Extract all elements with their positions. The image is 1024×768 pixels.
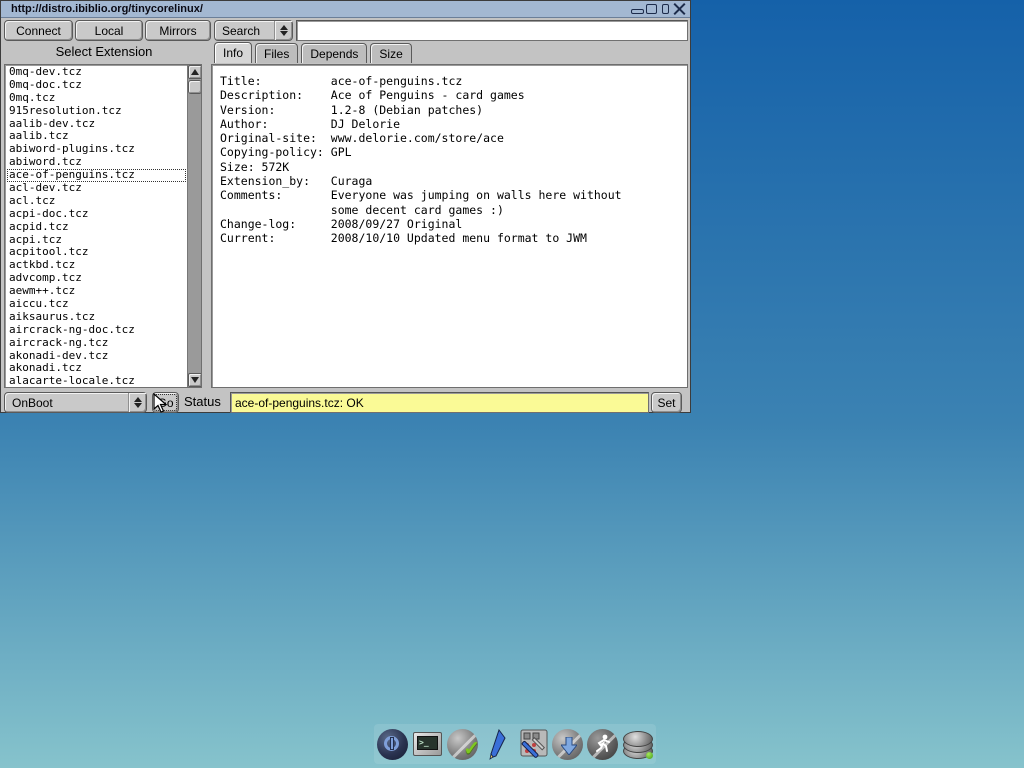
apps-check-icon[interactable]: ✓: [446, 728, 479, 761]
extension-list-items: 0mq-dev.tcz0mq-doc.tcz0mq.tcz915resoluti…: [7, 66, 186, 386]
control-panel-icon[interactable]: [516, 728, 549, 761]
info-line: Original-site: www.delorie.com/store/ace: [220, 131, 687, 145]
scroll-up-icon[interactable]: [188, 65, 202, 79]
search-mode-value: Search: [222, 24, 260, 38]
power-icon[interactable]: [376, 728, 409, 761]
mouse-cursor: [153, 393, 169, 415]
list-item[interactable]: acpi-doc.tcz: [7, 208, 186, 221]
status-field[interactable]: ace-of-penguins.tcz: OK: [230, 392, 649, 413]
info-line: some decent card games :): [220, 203, 687, 217]
list-item[interactable]: aiccu.tcz: [7, 298, 186, 311]
info-line: Title: ace-of-penguins.tcz: [220, 74, 687, 88]
set-button[interactable]: Set: [651, 392, 682, 413]
tab-depends[interactable]: Depends: [301, 43, 367, 63]
scrollbar-thumb[interactable]: [188, 80, 202, 94]
tab-info[interactable]: Info: [214, 42, 252, 63]
run-icon[interactable]: [586, 728, 619, 761]
tab-files[interactable]: Files: [255, 43, 298, 63]
close-icon[interactable]: [673, 3, 686, 15]
list-item[interactable]: acpid.tcz: [7, 221, 186, 234]
mirrors-button[interactable]: Mirrors: [145, 20, 211, 41]
scroll-down-icon[interactable]: [188, 373, 202, 387]
info-line: Comments: Everyone was jumping on walls …: [220, 188, 687, 202]
list-item[interactable]: 0mq-doc.tcz: [7, 79, 186, 92]
terminal-icon[interactable]: >_: [411, 728, 444, 761]
minimize-icon[interactable]: [631, 3, 644, 15]
info-line: Extension_by: Curaga: [220, 174, 687, 188]
status-bar: OnBoot Go Status ace-of-penguins.tcz: OK…: [1, 391, 692, 414]
install-mode-select[interactable]: OnBoot: [4, 392, 147, 413]
dock: >_ ✓: [374, 724, 656, 764]
info-line: Copying-policy: GPL: [220, 145, 687, 159]
extension-list[interactable]: 0mq-dev.tcz0mq-doc.tcz0mq.tcz915resoluti…: [4, 64, 202, 388]
list-item[interactable]: acl.tcz: [7, 195, 186, 208]
list-item[interactable]: aircrack-ng.tcz: [7, 337, 186, 350]
select-extension-label: Select Extension: [1, 44, 207, 59]
tab-size[interactable]: Size: [370, 43, 411, 63]
list-item[interactable]: aircrack-ng-doc.tcz: [7, 324, 186, 337]
list-item[interactable]: 0mq.tcz: [7, 92, 186, 105]
info-line: Change-log: 2008/09/27 Original: [220, 217, 687, 231]
appbrowser-window: http://distro.ibiblio.org/tinycorelinux/…: [0, 0, 691, 413]
maximize-icon[interactable]: [645, 3, 658, 15]
local-button[interactable]: Local: [75, 20, 143, 41]
info-line: Author: DJ Delorie: [220, 117, 687, 131]
list-scrollbar[interactable]: [187, 65, 201, 387]
appbrowser-download-icon[interactable]: [551, 728, 584, 761]
search-input[interactable]: [296, 20, 688, 41]
info-line: Description: Ace of Penguins - card game…: [220, 88, 687, 102]
status-label: Status: [184, 394, 221, 409]
choice-arrows-icon[interactable]: [274, 21, 292, 40]
mount-drive-icon[interactable]: [621, 728, 654, 761]
search-mode-select[interactable]: Search: [214, 20, 293, 41]
list-item[interactable]: aiksaurus.tcz: [7, 311, 186, 324]
install-mode-value: OnBoot: [12, 396, 53, 410]
list-item[interactable]: alacarte-locale.tcz: [7, 375, 186, 388]
shade-icon[interactable]: [659, 3, 672, 15]
desktop: { "window": { "title": "http://distro.ib…: [0, 0, 1024, 768]
editor-pen-icon[interactable]: [481, 728, 514, 761]
info-panel: Title: ace-of-penguins.tczDescription: A…: [211, 64, 688, 388]
info-line: Version: 1.2-8 (Debian patches): [220, 103, 687, 117]
info-line: Current: 2008/10/10 Updated menu format …: [220, 231, 687, 245]
connect-button[interactable]: Connect: [4, 20, 73, 41]
window-title: http://distro.ibiblio.org/tinycorelinux/: [11, 3, 631, 15]
tab-bar: Info Files Depends Size: [214, 42, 412, 64]
list-item[interactable]: acl-dev.tcz: [7, 182, 186, 195]
list-item[interactable]: 915resolution.tcz: [7, 105, 186, 118]
titlebar[interactable]: http://distro.ibiblio.org/tinycorelinux/: [1, 1, 690, 18]
info-line: Size: 572K: [220, 160, 687, 174]
choice-arrows-icon[interactable]: [128, 393, 146, 412]
list-item[interactable]: 0mq-dev.tcz: [7, 66, 186, 79]
